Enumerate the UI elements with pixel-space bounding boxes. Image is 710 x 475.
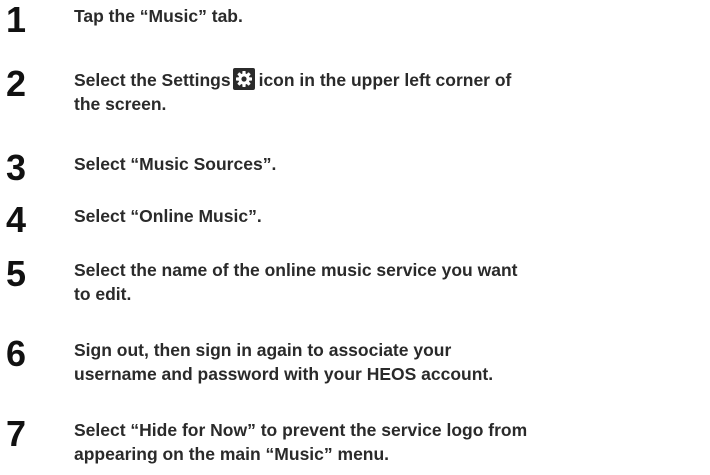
instruction-steps: 1 Tap the “Music” tab. 2 Select the Sett… <box>0 0 710 475</box>
step-number: 4 <box>6 199 27 240</box>
step-text-line: Sign out, then sign in again to associat… <box>74 340 452 360</box>
step-number: 5 <box>6 253 27 294</box>
step-text-line: to edit. <box>74 284 132 304</box>
step-number: 6 <box>6 333 27 374</box>
step-text: Tap the “Music” tab. <box>74 4 704 28</box>
step-text-line: Select “Online Music”. <box>74 206 262 226</box>
step-text: Select “Hide for Now” to prevent the ser… <box>74 418 704 466</box>
step-text-fragment: Select the Settings <box>74 70 231 90</box>
step-text-line: appearing on the main “Music” menu. <box>74 444 390 464</box>
step-text: Select “Music Sources”. <box>74 152 704 176</box>
step-number: 2 <box>6 63 27 104</box>
step-text-line: Tap the “Music” tab. <box>74 6 243 26</box>
step-text-line: Select “Music Sources”. <box>74 154 277 174</box>
step-text-line: the screen. <box>74 94 167 114</box>
step-text-line: Select the name of the online music serv… <box>74 260 518 280</box>
step-number: 3 <box>6 147 27 188</box>
step-text: Sign out, then sign in again to associat… <box>74 338 704 386</box>
step-number: 7 <box>6 413 27 454</box>
step-text-line: Select “Hide for Now” to prevent the ser… <box>74 420 528 440</box>
step-text: Select “Online Music”. <box>74 204 704 228</box>
step-text-fragment: icon in the upper left corner of <box>258 70 512 90</box>
step-text-line: username and password with your HEOS acc… <box>74 364 494 384</box>
step-text: Select the Settings icon in the upper le… <box>74 68 704 116</box>
step-number: 1 <box>6 0 27 40</box>
step-text: Select the name of the online music serv… <box>74 258 704 306</box>
settings-gear-icon <box>232 68 255 90</box>
